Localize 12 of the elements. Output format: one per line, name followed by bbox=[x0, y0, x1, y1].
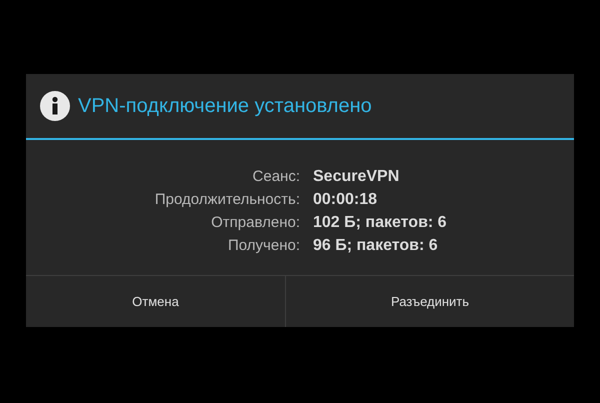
dialog-button[interactable]: Разъединить bbox=[285, 276, 574, 327]
field-value: 102 Б; пакетов: 6 bbox=[313, 213, 448, 233]
info-icon bbox=[40, 91, 70, 121]
field-value: SecureVPN bbox=[313, 167, 400, 187]
field-value: 00:00:18 bbox=[313, 190, 378, 210]
field-label: Продолжительность: bbox=[154, 190, 300, 210]
dialog-button[interactable]: Отмена bbox=[26, 276, 285, 327]
field-value: 96 Б; пакетов: 6 bbox=[313, 236, 439, 256]
field-label: Получено: bbox=[227, 236, 300, 256]
dialog-title: VPN-подключение установлено bbox=[78, 94, 372, 119]
field-label: Отправлено: bbox=[210, 213, 300, 233]
field-label: Сеанс: bbox=[252, 167, 300, 187]
